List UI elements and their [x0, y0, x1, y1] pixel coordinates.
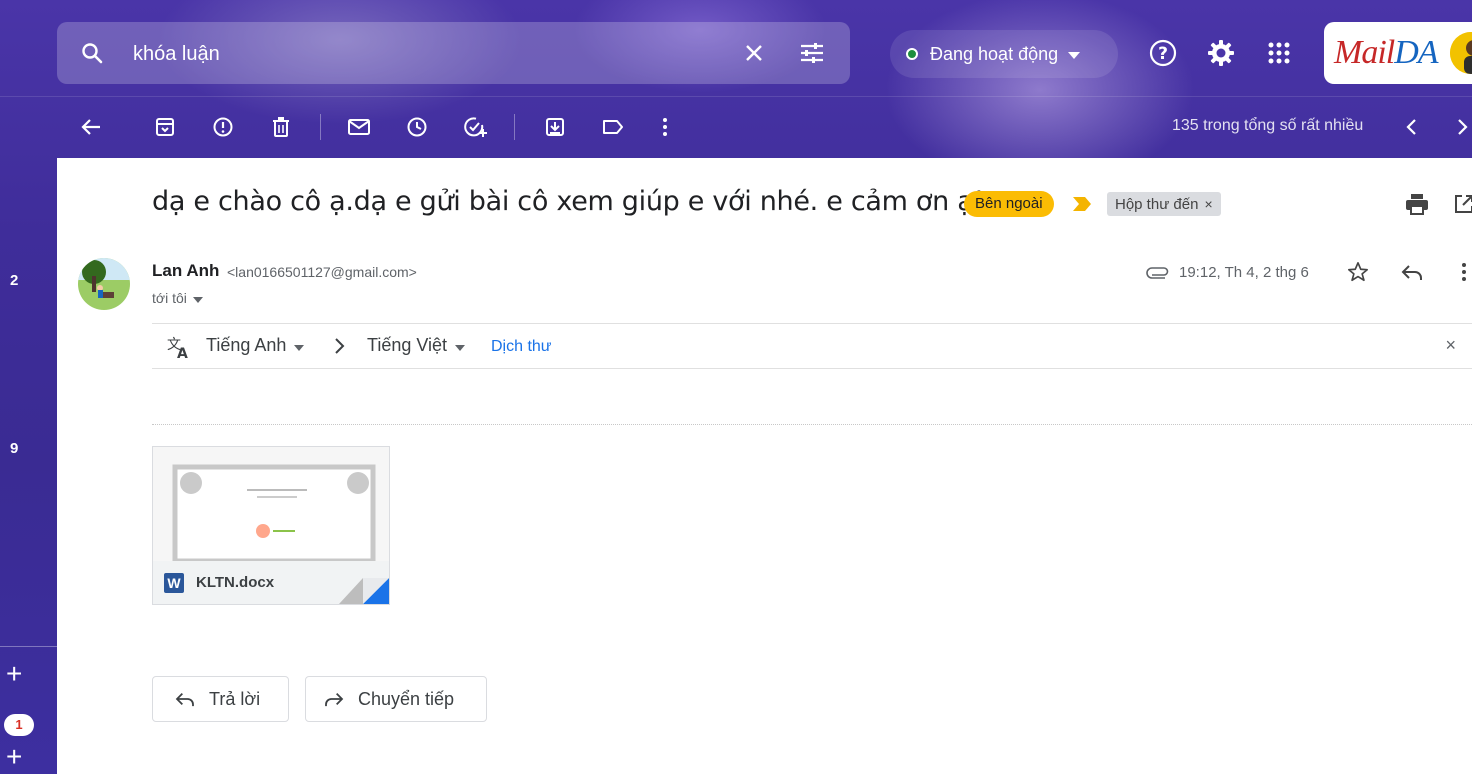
close-translate-icon[interactable]: ×	[1445, 335, 1456, 356]
add-icon[interactable]: +	[6, 660, 22, 688]
sender-name[interactable]: Lan Anh	[152, 261, 219, 281]
next-chevron-icon[interactable]	[1446, 110, 1472, 144]
back-arrow-icon[interactable]	[74, 110, 108, 144]
search-icon[interactable]	[77, 38, 107, 68]
rail-count: 2	[10, 272, 19, 289]
toolbar-divider	[514, 114, 515, 140]
move-to-icon[interactable]	[538, 110, 572, 144]
search-options-icon[interactable]	[797, 38, 827, 68]
word-document-icon: W	[164, 573, 184, 593]
status-dot-icon	[906, 48, 918, 60]
label-external[interactable]: Bên ngoài	[964, 191, 1054, 217]
previous-chevron-icon[interactable]	[1394, 110, 1428, 144]
star-icon[interactable]	[1343, 257, 1373, 287]
sender-avatar[interactable]	[78, 258, 130, 310]
account-avatar[interactable]	[1450, 32, 1472, 74]
sender-email: <lan0166501127@gmail.com>	[227, 264, 417, 280]
attachment-paperclip-icon	[1143, 257, 1173, 287]
snooze-clock-icon[interactable]	[400, 110, 434, 144]
message-time: 19:12, Th 4, 2 thg 6	[1179, 264, 1309, 281]
attachment-filename: KLTN.docx	[196, 574, 275, 591]
chevron-right-icon	[334, 337, 346, 355]
forward-icon	[324, 688, 346, 710]
recipient-details[interactable]: tới tôi	[152, 290, 203, 306]
notification-badge: 1	[4, 714, 34, 736]
search-input[interactable]	[131, 36, 695, 72]
delete-trash-icon[interactable]	[264, 110, 298, 144]
forward-button[interactable]: Chuyển tiếp	[305, 676, 487, 722]
chevron-down-icon	[192, 290, 203, 306]
rail-count: 9	[10, 440, 19, 457]
rail-divider	[0, 646, 57, 647]
email-subject: dạ e chào cô ạ.dạ e gửi bài cô xem giúp …	[152, 186, 984, 217]
reply-icon[interactable]	[1397, 257, 1427, 287]
translate-message-link[interactable]: Dịch thư	[491, 338, 552, 356]
reply-button[interactable]: Trả lời	[152, 676, 289, 722]
translate-bar: 文A Tiếng Anh Tiếng Việt Dịch thư ×	[152, 323, 1472, 369]
translate-icon: 文A	[166, 335, 192, 359]
remove-label-icon[interactable]: ×	[1204, 196, 1212, 212]
header-divider	[0, 96, 1472, 97]
mark-unread-icon[interactable]	[342, 110, 376, 144]
svg-text:?: ?	[1158, 44, 1168, 64]
page-fold-corner-icon	[339, 578, 389, 604]
attachment-card[interactable]: W KLTN.docx	[152, 446, 390, 605]
label-icon[interactable]	[596, 110, 630, 144]
organization-logo: MailDA	[1334, 34, 1439, 71]
chevron-down-icon	[294, 335, 305, 356]
add-task-icon[interactable]	[458, 110, 492, 144]
help-icon[interactable]: ?	[1146, 36, 1180, 70]
more-options-icon[interactable]	[1449, 257, 1472, 287]
print-icon[interactable]	[1402, 189, 1432, 219]
toolbar-divider	[320, 114, 321, 140]
svg-text:A: A	[177, 346, 188, 359]
clear-search-icon[interactable]	[739, 38, 769, 68]
chevron-down-icon	[1068, 44, 1081, 65]
account-area[interactable]: MailDA	[1324, 22, 1472, 84]
open-new-window-icon[interactable]	[1449, 189, 1472, 219]
source-language-select[interactable]: Tiếng Anh	[206, 335, 305, 356]
quote-divider	[152, 424, 1472, 425]
status-selector[interactable]: Đang hoạt động	[890, 30, 1118, 78]
add-icon[interactable]: +	[6, 743, 22, 771]
more-options-icon[interactable]	[648, 110, 682, 144]
label-inbox[interactable]: Hộp thư đến ×	[1107, 192, 1221, 216]
importance-marker-icon[interactable]	[1071, 194, 1093, 214]
archive-icon[interactable]	[148, 110, 182, 144]
chevron-down-icon	[455, 335, 466, 356]
attachment-thumbnail	[153, 447, 389, 564]
apps-grid-icon[interactable]	[1262, 36, 1296, 70]
reply-icon	[175, 688, 197, 710]
report-spam-icon[interactable]	[206, 110, 240, 144]
search-bar[interactable]	[57, 22, 850, 84]
settings-gear-icon[interactable]	[1204, 36, 1238, 70]
status-label: Đang hoạt động	[930, 43, 1059, 64]
paging-info: 135 trong tổng số rất nhiều	[1172, 117, 1364, 134]
target-language-select[interactable]: Tiếng Việt	[367, 335, 466, 356]
message-panel: dạ e chào cô ạ.dạ e gửi bài cô xem giúp …	[57, 158, 1472, 774]
